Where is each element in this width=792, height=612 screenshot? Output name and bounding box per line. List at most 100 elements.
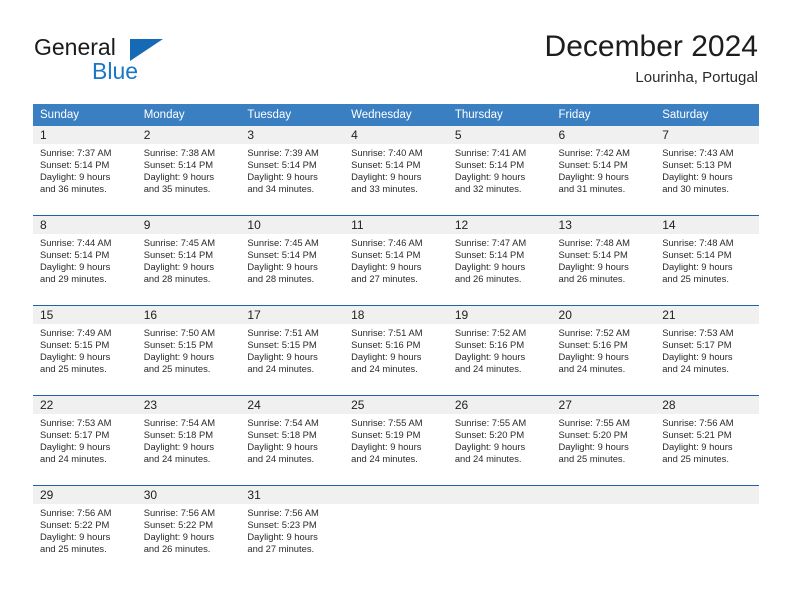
sunrise-text: Sunrise: 7:54 AM <box>143 417 216 428</box>
day-info: Sunrise: 7:46 AM Sunset: 5:14 PM Dayligh… <box>344 234 448 285</box>
day-number-band: 6 <box>551 126 656 144</box>
day-number: 31 <box>247 488 261 502</box>
day-cell[interactable]: 31 Sunrise: 7:56 AM Sunset: 5:23 PM Dayl… <box>240 486 345 575</box>
day-cell[interactable]: 3 Sunrise: 7:39 AM Sunset: 5:14 PM Dayli… <box>240 126 345 215</box>
sunrise-text: Sunrise: 7:49 AM <box>40 327 112 338</box>
day-cell[interactable]: 22 Sunrise: 7:53 AM Sunset: 5:17 PM Dayl… <box>33 396 137 485</box>
day-number-band: 4 <box>344 126 448 144</box>
day-cell[interactable]: 1 Sunrise: 7:37 AM Sunset: 5:14 PM Dayli… <box>33 126 137 215</box>
day-number: 19 <box>454 308 469 322</box>
day-cell[interactable]: 14 Sunrise: 7:48 AM Sunset: 5:14 PM Dayl… <box>655 216 759 305</box>
sunrise-text: Sunrise: 7:55 AM <box>351 417 423 428</box>
daylight-text-line1: Daylight: 9 hours <box>40 441 111 453</box>
daylight-text-line1: Daylight: 9 hours <box>662 171 733 183</box>
week-row: 1 Sunrise: 7:37 AM Sunset: 5:14 PM Dayli… <box>33 126 759 215</box>
day-cell[interactable]: 17 Sunrise: 7:51 AM Sunset: 5:15 PM Dayl… <box>240 306 345 395</box>
day-cell[interactable]: 5 Sunrise: 7:41 AM Sunset: 5:14 PM Dayli… <box>447 126 552 215</box>
day-cell[interactable]: 24 Sunrise: 7:54 AM Sunset: 5:18 PM Dayl… <box>240 396 345 485</box>
day-cell[interactable]: 15 Sunrise: 7:49 AM Sunset: 5:15 PM Dayl… <box>33 306 137 395</box>
day-info: Sunrise: 7:55 AM Sunset: 5:20 PM Dayligh… <box>448 414 552 465</box>
daylight-text-line2: and 24 minutes. <box>143 453 211 465</box>
day-number: 24 <box>247 398 261 412</box>
day-number: 11 <box>351 218 364 232</box>
day-cell[interactable]: 8 Sunrise: 7:44 AM Sunset: 5:14 PM Dayli… <box>33 216 137 305</box>
day-cell[interactable]: 10 Sunrise: 7:45 AM Sunset: 5:14 PM Dayl… <box>240 216 345 305</box>
brand-name-general: General <box>34 34 116 60</box>
sunrise-text: Sunrise: 7:56 AM <box>40 507 112 518</box>
day-number: 17 <box>247 308 261 322</box>
daylight-text-line2: and 27 minutes. <box>247 543 315 555</box>
day-cell[interactable]: 28 Sunrise: 7:56 AM Sunset: 5:21 PM Dayl… <box>655 396 759 485</box>
day-number: 7 <box>662 128 669 142</box>
sunrise-text: Sunrise: 7:52 AM <box>454 327 527 338</box>
page-header: General Blue December 2024 Lourinha, Por… <box>0 0 792 104</box>
sunrise-text: Sunrise: 7:56 AM <box>143 507 216 518</box>
daylight-text-line1: Daylight: 9 hours <box>247 531 318 543</box>
day-number-band: 9 <box>136 216 241 234</box>
day-cell[interactable]: 7 Sunrise: 7:43 AM Sunset: 5:13 PM Dayli… <box>655 126 759 215</box>
day-number-band: 12 <box>447 216 552 234</box>
sunrise-text: Sunrise: 7:44 AM <box>40 237 112 248</box>
day-number: 1 <box>40 128 47 142</box>
day-cell[interactable]: 12 Sunrise: 7:47 AM Sunset: 5:14 PM Dayl… <box>447 216 552 305</box>
daylight-text-line2: and 25 minutes. <box>40 363 107 375</box>
daylight-text-line1: Daylight: 9 hours <box>454 171 526 183</box>
daylight-text-line1: Daylight: 9 hours <box>454 261 526 273</box>
sunset-text: Sunset: 5:16 PM <box>558 339 628 351</box>
daylight-text-line2: and 25 minutes. <box>662 453 729 465</box>
day-number: 22 <box>40 398 54 412</box>
daylight-text-line1: Daylight: 9 hours <box>247 171 318 183</box>
day-cell[interactable]: 2 Sunrise: 7:38 AM Sunset: 5:14 PM Dayli… <box>136 126 241 215</box>
day-cell[interactable]: 18 Sunrise: 7:51 AM Sunset: 5:16 PM Dayl… <box>344 306 448 395</box>
sunrise-text: Sunrise: 7:56 AM <box>662 417 734 428</box>
day-info: Sunrise: 7:41 AM Sunset: 5:14 PM Dayligh… <box>448 144 552 195</box>
day-cell[interactable]: 11 Sunrise: 7:46 AM Sunset: 5:14 PM Dayl… <box>344 216 448 305</box>
day-info: Sunrise: 7:45 AM Sunset: 5:14 PM Dayligh… <box>137 234 241 285</box>
day-number-band: 31 <box>240 486 345 504</box>
daylight-text-line1: Daylight: 9 hours <box>662 261 733 273</box>
day-info: Sunrise: 7:56 AM Sunset: 5:23 PM Dayligh… <box>240 504 344 555</box>
daylight-text-line2: and 26 minutes. <box>143 543 211 555</box>
day-cell[interactable]: 20 Sunrise: 7:52 AM Sunset: 5:16 PM Dayl… <box>551 306 656 395</box>
day-info: Sunrise: 7:37 AM Sunset: 5:14 PM Dayligh… <box>33 144 137 195</box>
sunset-text: Sunset: 5:16 PM <box>454 339 525 351</box>
day-number: 16 <box>143 308 158 322</box>
day-number-band <box>344 486 448 504</box>
day-info: Sunrise: 7:56 AM Sunset: 5:22 PM Dayligh… <box>137 504 241 555</box>
daylight-text-line2: and 33 minutes. <box>351 183 418 195</box>
sunrise-text: Sunrise: 7:47 AM <box>454 237 527 248</box>
day-cell[interactable]: 19 Sunrise: 7:52 AM Sunset: 5:16 PM Dayl… <box>447 306 552 395</box>
day-cell[interactable]: 13 Sunrise: 7:48 AM Sunset: 5:14 PM Dayl… <box>551 216 656 305</box>
day-number-band: 5 <box>447 126 552 144</box>
day-cell[interactable]: 29 Sunrise: 7:56 AM Sunset: 5:22 PM Dayl… <box>33 486 137 575</box>
weekday-header-sunday: Sunday <box>40 109 80 121</box>
brand-logo[interactable]: General Blue <box>34 34 254 94</box>
sunset-text: Sunset: 5:15 PM <box>143 339 214 351</box>
day-info: Sunrise: 7:43 AM Sunset: 5:13 PM Dayligh… <box>655 144 759 195</box>
daylight-text-line2: and 26 minutes. <box>558 273 626 285</box>
day-cell[interactable]: 25 Sunrise: 7:55 AM Sunset: 5:19 PM Dayl… <box>344 396 448 485</box>
day-cell[interactable]: 6 Sunrise: 7:42 AM Sunset: 5:14 PM Dayli… <box>551 126 656 215</box>
daylight-text-line1: Daylight: 9 hours <box>247 441 318 453</box>
day-cell[interactable]: 23 Sunrise: 7:54 AM Sunset: 5:18 PM Dayl… <box>136 396 241 485</box>
daylight-text-line2: and 25 minutes. <box>558 453 626 465</box>
daylight-text-line1: Daylight: 9 hours <box>558 351 629 363</box>
day-cell[interactable]: 30 Sunrise: 7:56 AM Sunset: 5:22 PM Dayl… <box>136 486 241 575</box>
day-cell[interactable]: 9 Sunrise: 7:45 AM Sunset: 5:14 PM Dayli… <box>136 216 241 305</box>
daylight-text-line2: and 24 minutes. <box>351 363 418 375</box>
sunrise-text: Sunrise: 7:40 AM <box>351 147 423 158</box>
day-number-band <box>655 486 759 504</box>
day-number-band: 26 <box>447 396 552 414</box>
daylight-text-line2: and 24 minutes. <box>247 363 315 375</box>
sunrise-text: Sunrise: 7:45 AM <box>247 237 319 248</box>
sunset-text: Sunset: 5:17 PM <box>662 339 732 351</box>
day-cell[interactable]: 4 Sunrise: 7:40 AM Sunset: 5:14 PM Dayli… <box>344 126 448 215</box>
day-cell[interactable]: 27 Sunrise: 7:55 AM Sunset: 5:20 PM Dayl… <box>551 396 656 485</box>
day-number-band: 23 <box>136 396 241 414</box>
day-info: Sunrise: 7:44 AM Sunset: 5:14 PM Dayligh… <box>33 234 137 285</box>
day-cell[interactable]: 26 Sunrise: 7:55 AM Sunset: 5:20 PM Dayl… <box>447 396 552 485</box>
day-info: Sunrise: 7:40 AM Sunset: 5:14 PM Dayligh… <box>344 144 448 195</box>
day-cell[interactable]: 21 Sunrise: 7:53 AM Sunset: 5:17 PM Dayl… <box>655 306 759 395</box>
day-cell[interactable]: 16 Sunrise: 7:50 AM Sunset: 5:15 PM Dayl… <box>136 306 241 395</box>
day-number-band: 21 <box>655 306 759 324</box>
